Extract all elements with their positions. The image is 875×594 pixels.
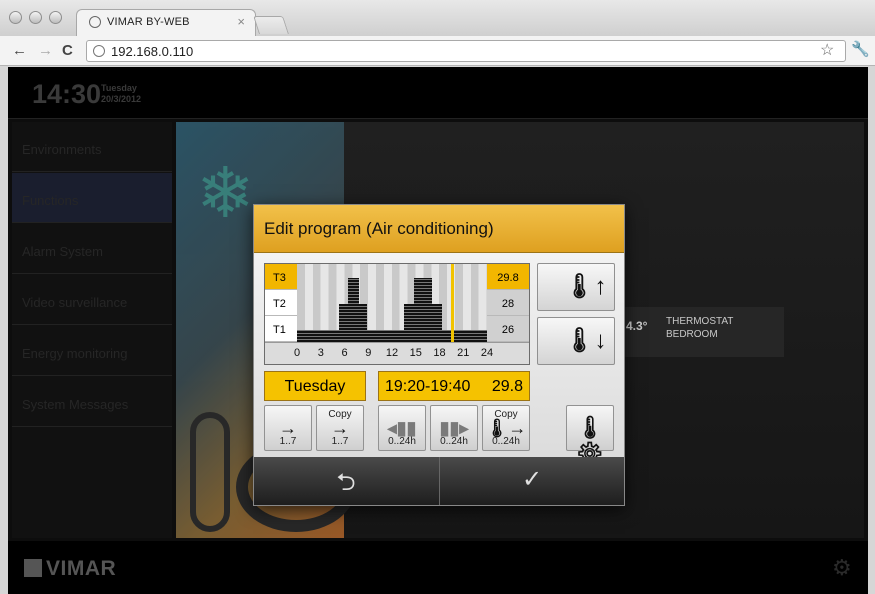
sidebar-item-energy-monitoring[interactable]: Energy monitoring bbox=[12, 326, 172, 376]
axis-tick-label: 3 bbox=[317, 347, 324, 359]
reload-icon[interactable]: C bbox=[62, 42, 73, 59]
time-range: 19:20-19:40 bbox=[385, 378, 471, 395]
date: 20/3/2012 bbox=[101, 94, 142, 104]
tool-sub-label: 0..24h bbox=[388, 436, 416, 447]
schedule-plot[interactable] bbox=[297, 264, 488, 342]
tool-sub-label: 0..24h bbox=[492, 436, 520, 447]
close-window-button[interactable] bbox=[9, 11, 22, 24]
temperature-down-button[interactable]: 🌡↓ bbox=[537, 317, 615, 365]
back-arrow-icon[interactable]: ← bbox=[12, 42, 27, 59]
browser-tab[interactable]: VIMAR BY-WEB × bbox=[76, 9, 256, 36]
next-day-button[interactable]: → 1..7 bbox=[264, 405, 312, 451]
dialog-header: Edit program (Air conditioning) bbox=[254, 205, 624, 253]
zoom-window-button[interactable] bbox=[49, 11, 62, 24]
vimar-logo: VIMAR bbox=[24, 557, 116, 581]
vimar-logo-mark bbox=[24, 559, 42, 577]
tool-sub-label: 0..24h bbox=[440, 436, 468, 447]
browser-window: VIMAR BY-WEB × ← → C 192.168.0.110 ☆ 🔧 1… bbox=[0, 0, 875, 594]
url-text: 192.168.0.110 bbox=[111, 44, 194, 59]
minimize-window-button[interactable] bbox=[29, 11, 42, 24]
confirm-button[interactable]: ✓ bbox=[440, 457, 624, 505]
sidebar-item-system-messages[interactable]: System Messages bbox=[12, 377, 172, 427]
axis-tick-label: 6 bbox=[341, 347, 348, 359]
axis-tick-label: 18 bbox=[433, 347, 446, 359]
thermometer-icon bbox=[190, 412, 230, 532]
globe-icon bbox=[89, 16, 101, 28]
thermostat-value: 4.3° bbox=[626, 319, 648, 333]
range-temperature: 29.8 bbox=[491, 378, 523, 395]
thermometer-up-icon: 🌡↑ bbox=[564, 273, 607, 300]
browser-toolbar: ← → C 192.168.0.110 ☆ 🔧 bbox=[0, 36, 875, 66]
thermostat-label-line1: THERMOSTAT bbox=[666, 316, 734, 327]
level-t2-label[interactable]: T2 bbox=[265, 290, 297, 316]
brand-name: VIMAR bbox=[46, 557, 117, 580]
sidebar-item-alarm-system[interactable]: Alarm System bbox=[12, 224, 172, 274]
dialog-footer: ⮌ ✓ bbox=[254, 457, 624, 505]
wrench-icon[interactable]: 🔧 bbox=[851, 40, 870, 58]
bookmark-star-icon[interactable]: ☆ bbox=[820, 40, 834, 60]
axis-tick-label: 0 bbox=[293, 347, 301, 359]
forward-arrow-icon[interactable]: → bbox=[38, 42, 53, 59]
back-button[interactable]: ⮌ bbox=[254, 457, 438, 505]
dialog-body: T3 T2 T1 29.8 28 26 0 3 6 9 12 15 18 21 24 🌡↑ 🌡↓… bbox=[254, 253, 624, 466]
day-name: Tuesday bbox=[101, 83, 137, 93]
tab-title: VIMAR BY-WEB bbox=[107, 16, 190, 28]
copy-day-button[interactable]: Copy → 1..7 bbox=[316, 405, 364, 451]
checkmark-icon: ✓ bbox=[521, 466, 543, 493]
back-arrow-icon: ⮌ bbox=[336, 469, 356, 496]
snowflake-icon: ❄ bbox=[196, 154, 255, 232]
axis-tick-label: 12 bbox=[385, 347, 399, 359]
time-range-display[interactable]: 19:20-19:40 29.8 bbox=[378, 371, 530, 401]
tab-close-icon[interactable]: × bbox=[237, 14, 245, 29]
thermostat-label: THERMOSTAT BEDROOM bbox=[666, 315, 733, 341]
sidebar-item-environments[interactable]: Environments bbox=[12, 122, 172, 172]
address-bar[interactable]: 192.168.0.110 bbox=[86, 40, 846, 62]
axis-tick-label: 9 bbox=[365, 347, 372, 359]
sidebar-item-video-surveillance[interactable]: Video surveillance bbox=[12, 275, 172, 325]
cursor-left-button[interactable]: ◂▮▮ 0..24h bbox=[378, 405, 426, 451]
clock: 14:30 bbox=[32, 79, 102, 109]
axis-tick-label: 21 bbox=[457, 347, 470, 359]
hour-axis: 0 3 6 9 12 15 18 21 24 bbox=[265, 342, 529, 364]
level-t3-value: 29.8 bbox=[487, 264, 529, 290]
dialog-title: Edit program (Air conditioning) bbox=[264, 219, 494, 238]
sidebar-item-functions[interactable]: Functions bbox=[12, 173, 172, 223]
tab-bar: VIMAR BY-WEB × bbox=[0, 0, 875, 36]
thermometer-down-icon: 🌡↓ bbox=[564, 327, 607, 354]
new-tab-button[interactable] bbox=[253, 16, 289, 34]
time-cursor[interactable] bbox=[451, 264, 455, 342]
settings-gear-icon[interactable]: ⚙ bbox=[832, 555, 852, 581]
sidebar: Environments Functions Alarm System Vide… bbox=[12, 122, 172, 538]
level-t2-value: 28 bbox=[487, 290, 529, 316]
tool-sub-label: 1..7 bbox=[331, 436, 349, 447]
level-t1-value: 26 bbox=[487, 316, 529, 342]
level-t1-label[interactable]: T1 bbox=[265, 316, 297, 342]
tool-sub-label: 1..7 bbox=[279, 436, 297, 447]
app-header: 14:30 Tuesday 20/3/2012 bbox=[8, 67, 868, 119]
day-selector[interactable]: Tuesday bbox=[264, 371, 366, 401]
cursor-right-button[interactable]: ▮▮▸ 0..24h bbox=[430, 405, 478, 451]
temperature-up-button[interactable]: 🌡↑ bbox=[537, 263, 615, 311]
daily-program-graph[interactable]: T3 T2 T1 29.8 28 26 0 3 6 9 12 15 18 21 24 bbox=[264, 263, 530, 365]
axis-tick-label: 15 bbox=[409, 347, 422, 359]
edit-program-dialog: Edit program (Air conditioning) T3 T2 T1… bbox=[253, 204, 625, 506]
level-t3-label[interactable]: T3 bbox=[265, 264, 297, 290]
app-footer: VIMAR ⚙ bbox=[8, 541, 868, 594]
copy-level-button[interactable]: Copy 🌡→ 0..24h bbox=[482, 405, 530, 451]
thermostat-tile[interactable]: 4.3° THERMOSTAT BEDROOM bbox=[624, 307, 784, 357]
thermostat-label-line2: BEDROOM bbox=[666, 329, 718, 340]
site-globe-icon bbox=[93, 45, 105, 57]
axis-tick-label: 24 bbox=[480, 347, 494, 359]
thermostat-settings-button[interactable]: 🌡⚙ bbox=[566, 405, 614, 466]
